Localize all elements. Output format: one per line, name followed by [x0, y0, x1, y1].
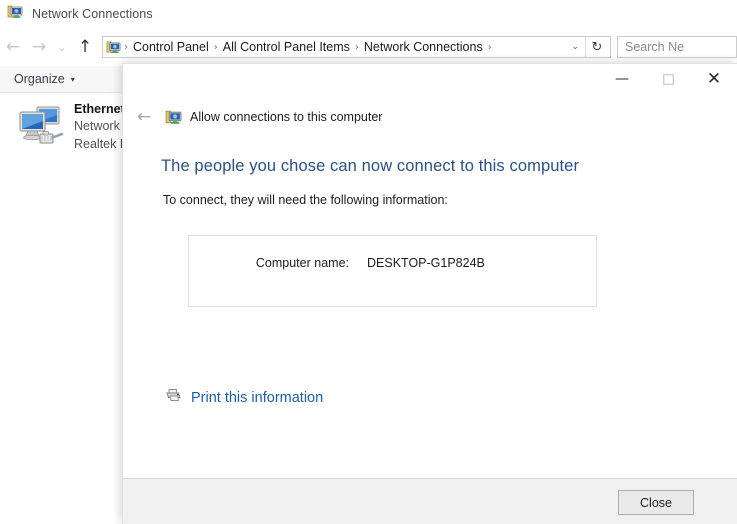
organize-label: Organize: [14, 72, 65, 86]
print-information-label: Print this information: [191, 389, 324, 406]
explorer-title: Network Connections: [32, 7, 153, 21]
print-information-link[interactable]: Print this information: [165, 387, 323, 408]
dialog-back-button[interactable]: ←: [131, 104, 157, 130]
dialog-subtext: To connect, they will need the following…: [163, 193, 448, 207]
connection-info-box: Computer name: DESKTOP-G1P824B: [188, 235, 597, 307]
address-dropdown-icon[interactable]: ⌄: [567, 42, 585, 52]
computer-name-row: Computer name: DESKTOP-G1P824B: [189, 256, 596, 270]
ethernet-adapter-icon: [14, 103, 66, 151]
breadcrumb-item-control-panel[interactable]: Control Panel: [129, 40, 213, 54]
search-placeholder: Search Ne: [625, 40, 685, 54]
chevron-down-icon: ▾: [70, 74, 75, 84]
dialog-caption-bar: — ✕: [123, 64, 737, 95]
breadcrumb: › Control Panel › All Control Panel Item…: [106, 37, 567, 57]
organize-button[interactable]: Organize ▾: [14, 72, 75, 86]
address-bar[interactable]: › Control Panel › All Control Panel Item…: [102, 36, 611, 58]
refresh-icon[interactable]: ↻: [585, 37, 608, 57]
dialog-footer: Close: [123, 478, 737, 524]
dialog-body: The people you chose can now connect to …: [123, 137, 737, 478]
computer-name-value: DESKTOP-G1P824B: [367, 256, 485, 270]
explorer-navbar: ← → ⌄ ↑ › Control Panel › All Control Pa…: [0, 30, 737, 64]
search-input[interactable]: Search Ne: [617, 36, 737, 58]
back-button[interactable]: ←: [0, 34, 26, 60]
breadcrumb-item-all-control-panel-items[interactable]: All Control Panel Items: [219, 40, 354, 54]
computer-name-label: Computer name:: [255, 256, 349, 270]
dialog-heading: The people you chose can now connect to …: [161, 157, 580, 175]
up-button[interactable]: ↑: [72, 34, 98, 60]
forward-button[interactable]: →: [26, 34, 52, 60]
address-network-connections-icon: [106, 40, 121, 55]
dialog-header-title: Allow connections to this computer: [190, 110, 383, 124]
breadcrumb-separator-trailing[interactable]: ›: [487, 42, 493, 53]
recent-locations-button[interactable]: ⌄: [52, 34, 72, 60]
breadcrumb-item-network-connections[interactable]: Network Connections: [360, 40, 487, 54]
dialog-header: ← Allow connections to this computer: [123, 97, 737, 137]
printer-icon: [165, 387, 182, 408]
explorer-titlebar: Network Connections: [0, 0, 737, 28]
network-connections-icon: [7, 4, 23, 25]
minimize-button[interactable]: —: [599, 64, 645, 94]
allow-connections-dialog: — ✕ ← Allow connections to this computer…: [122, 63, 737, 524]
maximize-icon: [662, 73, 674, 85]
close-dialog-button[interactable]: Close: [618, 490, 694, 515]
allow-connections-icon: [165, 109, 182, 126]
close-button[interactable]: ✕: [691, 64, 737, 94]
screen: Network Connections ← → ⌄ ↑ › Control Pa…: [0, 0, 737, 524]
maximize-button[interactable]: [645, 64, 691, 94]
